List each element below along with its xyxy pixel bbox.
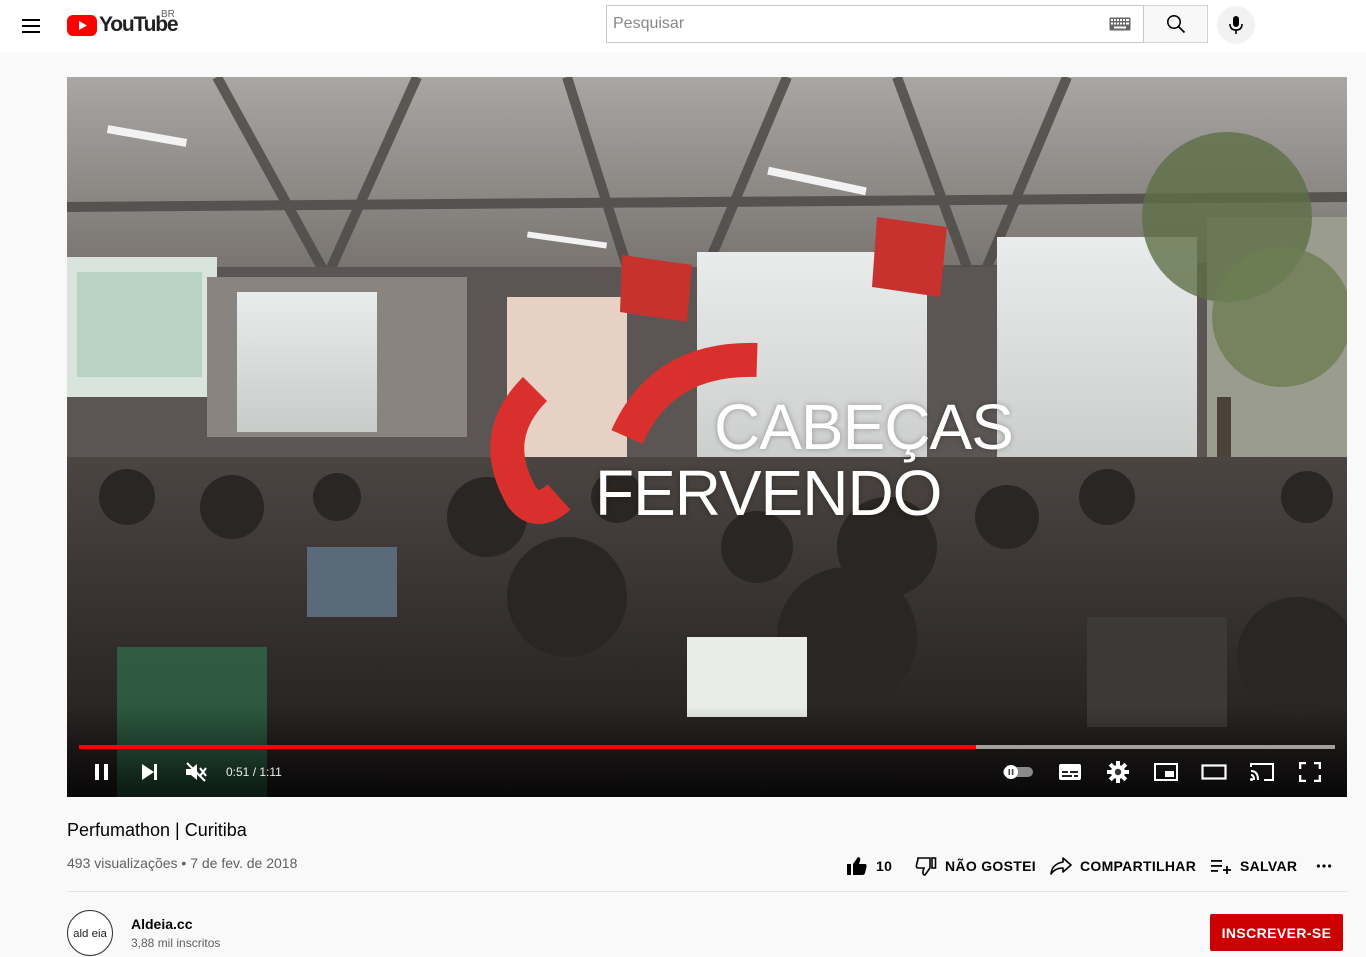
next-button[interactable] (135, 758, 165, 786)
save-label: SALVAR (1240, 858, 1298, 874)
dislike-label: NÃO GOSTEI (945, 858, 1036, 874)
voice-search-button[interactable] (1217, 6, 1255, 44)
fullscreen-icon (1299, 762, 1321, 782)
video-player[interactable]: CABEÇAS FERVENDO 0:51 / 1:11 (67, 77, 1347, 797)
settings-button[interactable] (1103, 758, 1133, 786)
save-playlist-icon (1211, 860, 1231, 874)
menu-icon[interactable] (16, 10, 48, 42)
search-box (606, 5, 1144, 43)
autoplay-toggle[interactable] (1001, 758, 1035, 786)
mic-icon (1229, 16, 1243, 34)
mute-icon (186, 762, 207, 782)
channel-avatar[interactable]: ald eia (67, 910, 113, 956)
cast-button[interactable] (1247, 758, 1277, 786)
country-code: BR (161, 9, 175, 20)
dislike-button[interactable]: NÃO GOSTEI (915, 848, 1036, 884)
settings-icon (1107, 761, 1129, 783)
fullscreen-button[interactable] (1295, 758, 1325, 786)
like-count: 10 (876, 858, 893, 874)
like-icon (847, 857, 867, 875)
miniplayer-button[interactable] (1151, 758, 1181, 786)
like-button[interactable]: 10 (846, 848, 892, 884)
dislike-icon (915, 857, 937, 876)
video-title-overlay: CABEÇAS FERVENDO (67, 77, 1347, 797)
theater-mode-button[interactable] (1199, 758, 1229, 786)
divider (67, 891, 1347, 892)
autoplay-toggle-icon (1003, 765, 1033, 779)
more-icon (1316, 864, 1332, 868)
progress-played (79, 745, 976, 749)
pause-button[interactable] (87, 758, 117, 786)
share-label: COMPARTILHAR (1080, 858, 1197, 874)
keyboard-icon[interactable] (1109, 17, 1131, 31)
theater-icon (1201, 764, 1227, 780)
progress-bar[interactable] (79, 745, 1335, 749)
mute-button[interactable] (181, 758, 211, 786)
subtitles-icon (1059, 764, 1081, 780)
avatar-text: ald eia (73, 928, 107, 940)
time-display: 0:51 / 1:11 (226, 765, 282, 779)
overlay-line-1: CABEÇAS (714, 391, 1014, 463)
subscriber-count: 3,88 mil inscritos (131, 936, 221, 950)
youtube-logo-icon (67, 14, 97, 36)
subscribe-button[interactable]: INSCREVER-SE (1210, 914, 1343, 951)
next-icon (142, 764, 157, 780)
share-button[interactable]: COMPARTILHAR (1050, 848, 1196, 884)
save-button[interactable]: SALVAR (1210, 848, 1297, 884)
pause-icon (95, 764, 108, 780)
miniplayer-icon (1154, 763, 1178, 781)
overlay-line-2: FERVENDO (595, 457, 942, 529)
cast-icon (1250, 763, 1274, 781)
video-title: Perfumathon | Curitiba (67, 820, 247, 840)
more-actions-button[interactable] (1316, 848, 1340, 884)
search-button[interactable] (1144, 5, 1208, 43)
channel-name[interactable]: Aldeia.cc (131, 916, 192, 932)
subtitles-button[interactable] (1055, 758, 1085, 786)
search-icon (1166, 15, 1185, 34)
action-bar: 10 NÃO GOSTEI COMPARTILHAR SALVAR (0, 848, 1366, 884)
masthead: YouTube BR (0, 0, 1366, 52)
search-input[interactable] (607, 6, 1109, 42)
share-icon (1050, 857, 1072, 875)
